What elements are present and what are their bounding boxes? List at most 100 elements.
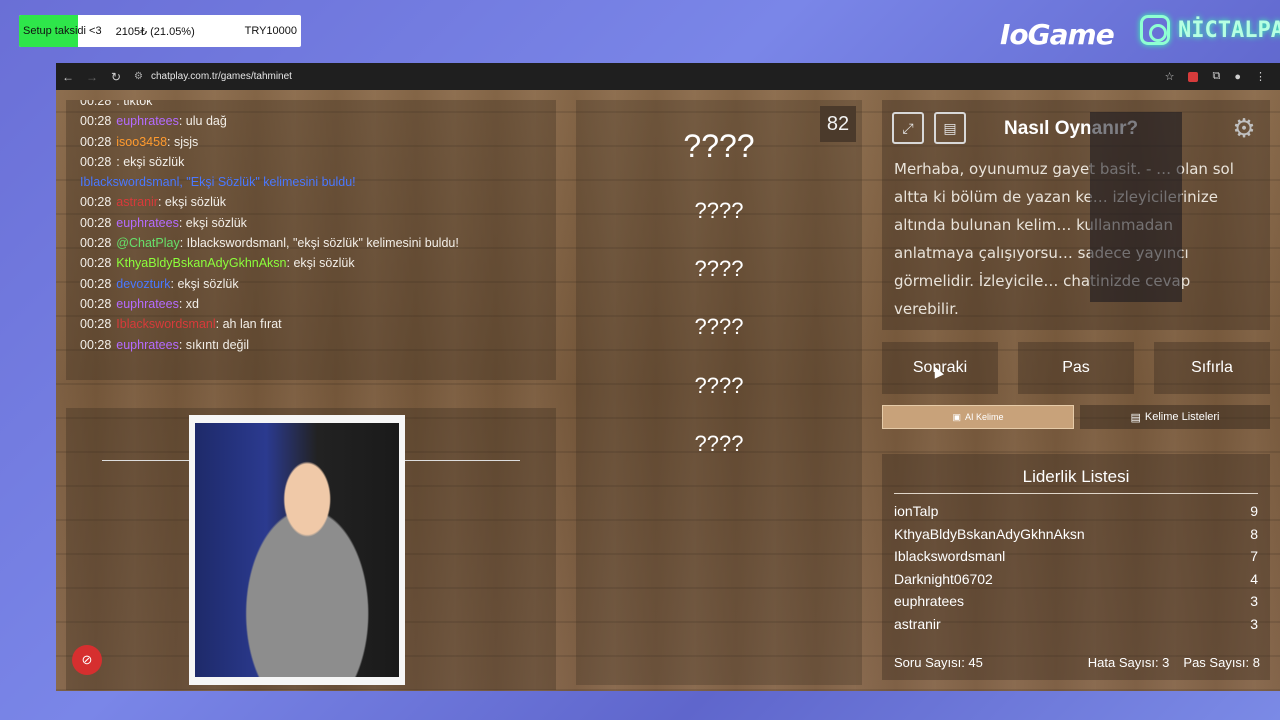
chat-separator: : xyxy=(215,317,223,332)
word-lists-label: Kelime Listeleri xyxy=(1144,411,1220,423)
chat-message: 00:28 Iblackswordsmanl: ah lan fırat xyxy=(80,314,542,334)
chat-timestamp: 00:28 xyxy=(80,215,112,230)
profile-icon[interactable]: ● xyxy=(1234,71,1241,83)
chat-text: tiktok xyxy=(123,100,153,108)
chat-timestamp: 00:28 xyxy=(80,100,112,108)
chat-text: ekşi sözlük xyxy=(185,215,247,230)
chat-message: 00:28 KthyaBldyBskanAdyGkhnAksn: ekşi söz… xyxy=(80,253,542,273)
chat-text: ekşi sözlük xyxy=(177,276,239,291)
chat-text: sjsjs xyxy=(173,134,199,149)
site-info-icon[interactable]: ⚙ xyxy=(134,71,143,82)
leaderboard-name: KthyaBldyBskanAdyGkhnAksn xyxy=(894,525,1085,542)
chat-timestamp: 00:28 xyxy=(80,114,112,129)
leaderboard-row: Iblackswordsmanl 7 xyxy=(894,545,1258,568)
chat-separator: : xyxy=(178,337,186,352)
leaderboard-score: 8 xyxy=(1250,525,1258,542)
chat-text: sıkıntı değil xyxy=(185,337,250,352)
instagram-icon xyxy=(1140,15,1170,45)
word-slot: ???? xyxy=(694,314,744,339)
social-handle: NİCTALPA xyxy=(1178,17,1280,43)
chat-text: ah lan fırat xyxy=(222,317,282,332)
leaderboard-name: Iblackswordsmanl xyxy=(894,548,1006,565)
chat-username[interactable]: euphratees xyxy=(116,297,179,311)
chat-timestamp: 00:28 xyxy=(80,337,112,352)
iogame-logo: IoGame xyxy=(1000,18,1115,51)
forward-arrow-icon[interactable]: → xyxy=(80,70,104,84)
back-arrow-icon[interactable]: ← xyxy=(56,70,80,84)
webcam-frame xyxy=(189,415,405,685)
settings-gear-icon[interactable]: ⚙ xyxy=(1228,112,1260,144)
chat-message: 00:28 devozturk: ekşi sözlük xyxy=(80,274,542,294)
donation-goal-name: Setup taksidi <3 xyxy=(23,25,102,37)
menu-dots-icon[interactable]: ⋮ xyxy=(1255,70,1266,83)
error-count: Hata Sayısı: 3 xyxy=(1087,655,1170,670)
reset-button[interactable]: Sıfırla xyxy=(1154,342,1270,394)
word-slot: ???? xyxy=(694,198,744,223)
leaderboard-score: 7 xyxy=(1250,548,1258,565)
chat-username[interactable]: @ChatPlay xyxy=(116,236,179,250)
social-badge: NİCTALPA xyxy=(1140,15,1280,45)
question-count: Soru Sayısı: 45 xyxy=(894,655,983,670)
chat-list: 00:28: tiktok 00:28 euphratees: ulu dağ 00:… xyxy=(80,100,542,355)
chat-panel: 00:28: tiktok 00:28 euphratees: ulu dağ 00:… xyxy=(66,100,556,380)
chat-text: xd xyxy=(185,296,199,311)
chat-username[interactable]: euphratees xyxy=(116,114,179,128)
leaderboard-row: astranir 3 xyxy=(894,613,1258,632)
chat-separator: : xyxy=(167,134,174,149)
browser-toolbar: ← → ↻ ⚙ chatplay.com.tr/games/tahminet ☆… xyxy=(56,63,1280,90)
extensions-puzzle-icon[interactable]: ⧉ xyxy=(1212,70,1220,83)
pass-count: Pas Sayısı: 8 xyxy=(1183,655,1260,670)
word-slot: ???? xyxy=(694,373,744,398)
chat-timestamp: 00:28 xyxy=(80,296,112,311)
donation-amount: 2105₺ (21.05%) xyxy=(115,25,195,38)
pass-button[interactable]: Pas xyxy=(1018,342,1134,394)
chat-username[interactable]: devozturk xyxy=(116,277,170,291)
chat-message: 00:28 @ChatPlay: Iblackswordsmanl, "ekşi … xyxy=(80,233,542,253)
leaderboard-panel: Liderlik Listesi ionTalp 9 KthyaBldyBskanA… xyxy=(882,454,1270,680)
extension-icon[interactable] xyxy=(1188,71,1199,82)
word-slot: ???? xyxy=(683,128,755,164)
record-button[interactable]: ⊘ xyxy=(72,645,102,675)
leaderboard-name: euphratees xyxy=(894,593,965,610)
word-source-tabs: ▣ AI Kelime ▤ Kelime Listeleri xyxy=(882,405,1270,429)
leaderboard-score: 4 xyxy=(1250,570,1258,587)
chat-username[interactable]: KthyaBldyBskanAdyGkhnAksn xyxy=(116,256,286,270)
chat-message: 00:28 euphratees: ulu dağ xyxy=(80,111,542,131)
chat-username[interactable]: euphratees xyxy=(116,216,179,230)
address-bar[interactable]: chatplay.com.tr/games/tahminet xyxy=(151,71,292,82)
robot-icon: ▣ xyxy=(952,411,961,422)
chat-message: 00:28 euphratees: sıkıntı değil xyxy=(80,335,542,355)
how-to-play-text: Merhaba, oyunumuz gayet basit. - … olan … xyxy=(894,160,1234,318)
chat-text: Iblackswordsmanl, "ekşi sözlük" kelimesi… xyxy=(186,236,459,251)
chat-message: 00:28 astranir: ekşi sözlük xyxy=(80,192,542,212)
chat-username[interactable]: Iblackswordsmanl xyxy=(80,175,179,189)
list-icon: ▤ xyxy=(1130,411,1141,424)
leaderboard-list[interactable]: ionTalp 9 KthyaBldyBskanAdyGkhnAksn 8 Iblack… xyxy=(894,500,1258,632)
fullscreen-icon[interactable]: ⤢ xyxy=(892,112,924,144)
chat-username[interactable]: isoo3458 xyxy=(116,135,167,149)
chat-username[interactable]: euphratees xyxy=(116,338,179,352)
leaderboard-title: Liderlik Listesi xyxy=(894,454,1258,494)
ai-word-tab[interactable]: ▣ AI Kelime xyxy=(882,405,1074,429)
reload-icon[interactable]: ↻ xyxy=(104,70,128,84)
chat-username[interactable]: Iblackswordsmanl xyxy=(116,317,215,331)
leaderboard-row: euphratees 3 xyxy=(894,590,1258,613)
bookmark-star-icon[interactable]: ☆ xyxy=(1165,70,1175,83)
word-slot: ???? xyxy=(694,431,744,456)
chat-text: ekşi sözlük xyxy=(293,256,355,271)
chat-text: ekşi sözlük xyxy=(123,154,185,169)
chat-username[interactable]: astranir xyxy=(116,195,158,209)
leaderboard-row: ionTalp 9 xyxy=(894,500,1258,523)
ai-word-label: AI Kelime xyxy=(965,412,1004,422)
chat-timestamp: 00:28 xyxy=(80,195,112,210)
chat-timestamp: 00:28 xyxy=(80,317,112,332)
chat-timestamp: 00:28 xyxy=(80,276,112,291)
stream-chat-overlay xyxy=(1090,112,1182,302)
chat-message: 00:28 euphratees: ekşi sözlük xyxy=(80,213,542,233)
chat-timestamp: 00:28 xyxy=(80,134,112,149)
notes-icon[interactable]: ▤ xyxy=(934,112,966,144)
word-lists-tab[interactable]: ▤ Kelime Listeleri xyxy=(1080,405,1270,429)
chat-timestamp: 00:28 xyxy=(80,154,112,169)
leaderboard-score: 9 xyxy=(1250,503,1258,519)
webcam-video xyxy=(195,423,399,677)
